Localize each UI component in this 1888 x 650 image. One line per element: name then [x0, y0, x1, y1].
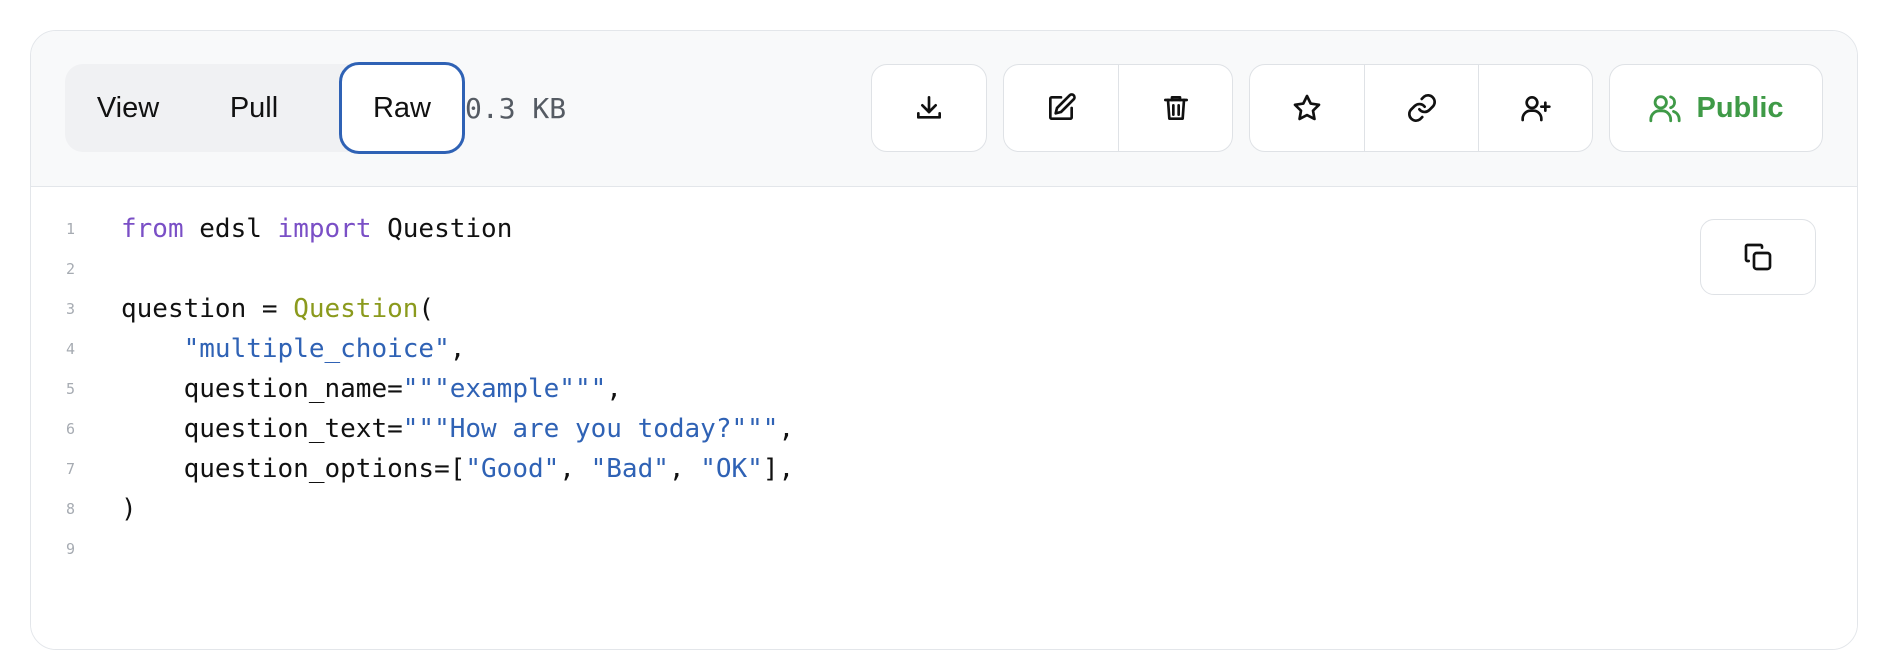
- line-source: ): [121, 494, 137, 524]
- tab-pull[interactable]: Pull: [191, 64, 317, 152]
- line-number: 8: [65, 500, 75, 518]
- code-token: "Good": [465, 454, 560, 484]
- view-mode-tabs: View Pull Raw: [65, 62, 465, 154]
- code-token: "OK": [700, 454, 763, 484]
- line-number: 2: [65, 260, 75, 278]
- edit-icon: [1049, 93, 1076, 120]
- line-number: 9: [65, 540, 75, 558]
- file-viewer-panel: View Pull Raw 0.3 KB Public 1 from edsl …: [30, 30, 1858, 650]
- star-icon: [1293, 94, 1321, 121]
- code-view: 1 from edsl import Question 2 3 question = Q…: [31, 187, 1857, 649]
- download-button[interactable]: [872, 65, 986, 151]
- line-source: from edsl import Question: [121, 214, 512, 244]
- line-source: question_text="""How are you today?""",: [121, 414, 795, 444]
- delete-button[interactable]: [1118, 65, 1232, 151]
- users-icon: [1649, 95, 1682, 123]
- file-size: 0.3 KB: [465, 91, 567, 125]
- code-token: import: [277, 214, 372, 244]
- code-token: ,: [449, 334, 466, 364]
- code-token: question_name=: [121, 374, 403, 404]
- code-token: edsl: [183, 214, 278, 244]
- code-token: ,: [668, 454, 701, 484]
- edit-delete-group: [1003, 64, 1233, 152]
- line-number: 7: [65, 460, 75, 478]
- code-token: Question: [293, 294, 419, 324]
- line-source: question = Question(: [121, 294, 434, 324]
- code-token: ],: [762, 454, 795, 484]
- code-token: "multiple_choice": [183, 334, 450, 364]
- code-token: """example""": [402, 374, 607, 404]
- code-token: ,: [606, 374, 622, 404]
- code-token: """How are you today?""": [402, 414, 779, 444]
- trash-icon: [1163, 96, 1188, 120]
- star-button[interactable]: [1250, 65, 1364, 151]
- copy-link-button[interactable]: [1364, 65, 1478, 151]
- copy-code-button[interactable]: [1700, 219, 1816, 295]
- download-group: [871, 64, 987, 152]
- code-token: ,: [778, 414, 795, 444]
- line-number: 5: [65, 380, 75, 398]
- toolbar: View Pull Raw 0.3 KB Public: [31, 31, 1857, 187]
- code-token: question =: [121, 294, 294, 324]
- edit-button[interactable]: [1004, 65, 1118, 151]
- line-number: 1: [65, 220, 75, 238]
- copy-icon: [1744, 243, 1772, 271]
- line-source: question_name="""example""",: [121, 374, 622, 404]
- line-number: 3: [65, 300, 75, 318]
- code-token: question_options=[: [121, 454, 466, 484]
- code-token: ): [121, 494, 137, 524]
- visibility-group: Public: [1609, 64, 1823, 152]
- tab-raw[interactable]: Raw: [339, 62, 465, 154]
- line-source: question_options=["Good", "Bad", "OK"],: [121, 454, 795, 484]
- line-source: "multiple_choice",: [121, 334, 466, 364]
- line-number: 6: [65, 420, 75, 438]
- code-token: question_text=: [121, 414, 403, 444]
- share-button[interactable]: [1478, 65, 1592, 151]
- line-number: 4: [65, 340, 75, 358]
- social-actions-group: [1249, 64, 1593, 152]
- tab-view[interactable]: View: [65, 64, 191, 152]
- code-token: from: [121, 214, 184, 244]
- code-token: "Bad": [590, 454, 669, 484]
- code-token: ,: [559, 454, 591, 484]
- code-token: (: [418, 294, 435, 324]
- add-user-icon: [1520, 96, 1551, 122]
- visibility-label: Public: [1696, 91, 1784, 124]
- code-token: Question: [371, 214, 513, 244]
- link-icon: [1407, 94, 1436, 122]
- download-icon: [917, 96, 941, 119]
- visibility-button[interactable]: Public: [1610, 65, 1822, 151]
